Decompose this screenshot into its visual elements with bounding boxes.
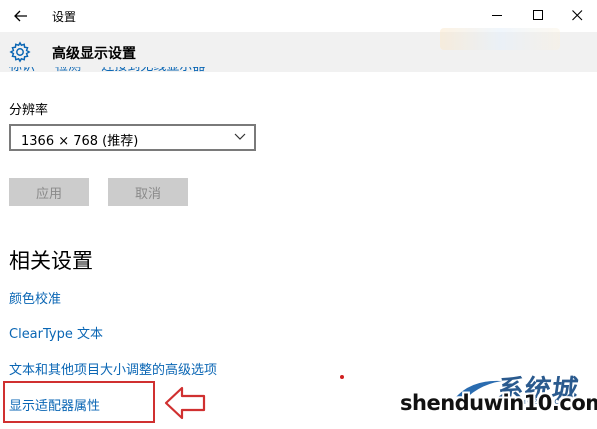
apply-button[interactable]: 应用 — [9, 178, 89, 206]
connect-wireless-display-link[interactable]: 连接到无线显示器 — [101, 67, 205, 78]
minimize-icon — [491, 14, 502, 16]
back-arrow-icon — [14, 10, 27, 22]
cancel-button[interactable]: 取消 — [108, 178, 188, 206]
maximize-icon — [532, 9, 543, 20]
top-links-partial: 标识 检测 连接到无线显示器 — [9, 67, 221, 79]
maximize-button[interactable] — [518, 0, 558, 30]
minimize-button[interactable] — [477, 0, 517, 30]
blurred-watermark — [440, 28, 560, 50]
close-icon — [571, 9, 582, 20]
highlight-box — [3, 381, 155, 423]
cleartype-text-link[interactable]: ClearType 文本 — [9, 323, 103, 342]
color-calibration-link[interactable]: 颜色校准 — [9, 288, 61, 307]
watermark-logo: 系统城 XITONGZU.COM shenduwin10.com — [400, 365, 597, 429]
advanced-sizing-link[interactable]: 文本和其他项目大小调整的高级选项 — [9, 359, 217, 378]
back-button[interactable] — [8, 4, 34, 28]
cancel-button-label: 取消 — [134, 186, 161, 202]
chevron-down-icon — [234, 133, 246, 140]
resolution-value: 1366 × 768 (推荐) — [21, 134, 139, 149]
gear-icon — [9, 41, 31, 63]
resolution-label: 分辨率 — [9, 103, 49, 118]
close-button[interactable] — [557, 0, 597, 30]
red-dot — [340, 375, 344, 379]
apply-button-label: 应用 — [35, 186, 62, 202]
left-arrow-annotation-icon — [164, 386, 206, 420]
identify-link[interactable]: 标识 — [9, 67, 35, 78]
resolution-dropdown[interactable]: 1366 × 768 (推荐) — [9, 124, 256, 151]
app-title: 设置 — [52, 10, 77, 24]
detect-link[interactable]: 检测 — [55, 67, 81, 78]
related-settings-title: 相关设置 — [9, 249, 93, 273]
watermark-domain: shenduwin10.com — [400, 391, 597, 415]
page-title: 高级显示设置 — [52, 46, 136, 62]
